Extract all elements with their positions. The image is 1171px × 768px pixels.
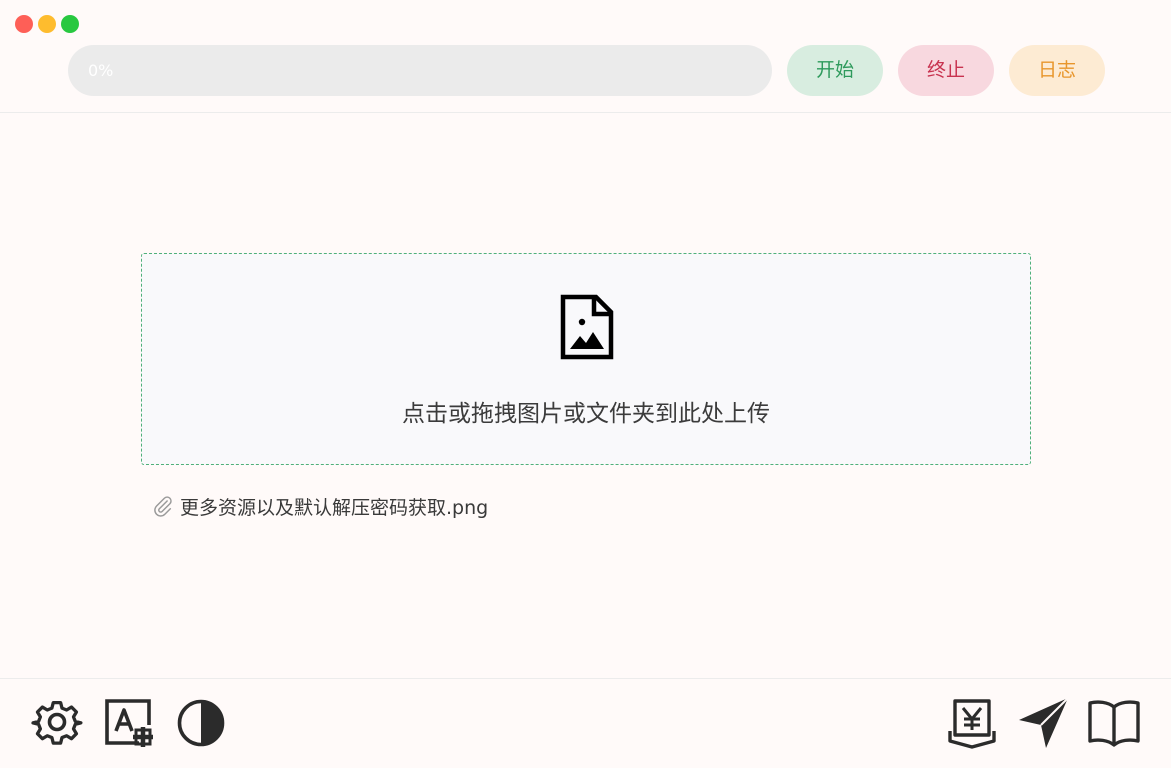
progress-label: 0% <box>88 61 114 80</box>
start-button[interactable]: 开始 <box>787 45 883 96</box>
upload-instruction: 点击或拖拽图片或文件夹到此处上传 <box>402 401 770 427</box>
send-icon <box>1019 697 1069 748</box>
contrast-icon <box>177 699 225 747</box>
add-font-button[interactable] <box>103 697 155 749</box>
header-toolbar: 0% 开始 终止 日志 <box>0 0 1171 113</box>
file-image-icon <box>560 294 614 360</box>
book-icon <box>1088 700 1140 747</box>
file-name: 更多资源以及默认解压密码获取.png <box>180 496 489 519</box>
progress-bar: 0% <box>68 45 772 96</box>
gear-icon <box>31 700 83 745</box>
log-button[interactable]: 日志 <box>1009 45 1105 96</box>
file-list-item[interactable]: 更多资源以及默认解压密码获取.png <box>152 492 488 520</box>
upload-dropzone[interactable]: 点击或拖拽图片或文件夹到此处上传 <box>141 253 1031 465</box>
theme-toggle-button[interactable] <box>175 697 227 749</box>
font-add-icon <box>105 699 153 747</box>
feedback-button[interactable] <box>1017 697 1069 749</box>
docs-button[interactable] <box>1088 697 1140 749</box>
stop-button[interactable]: 终止 <box>898 45 994 96</box>
paperclip-icon <box>154 496 172 517</box>
settings-button[interactable] <box>31 697 83 749</box>
donate-button[interactable] <box>946 697 998 749</box>
yen-icon <box>948 699 996 749</box>
footer-toolbar <box>0 678 1171 768</box>
